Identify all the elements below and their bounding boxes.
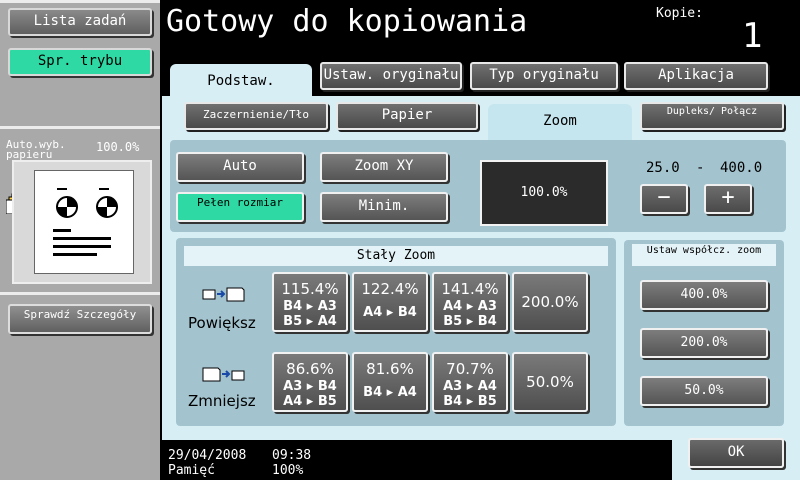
- preset-enlarge-200[interactable]: 200.0%: [512, 272, 588, 332]
- preset-enlarge-122[interactable]: 122.4% A4 ▸ B4: [352, 272, 428, 332]
- copies-count: 1: [742, 16, 763, 56]
- preset-percent: 81.6%: [366, 360, 414, 378]
- custom-zoom-50-button[interactable]: 50.0%: [640, 376, 768, 406]
- page-title: Gotowy do kopiowania: [166, 4, 528, 39]
- tab-application[interactable]: Aplikacja: [624, 62, 768, 90]
- preset-size-line: A4 ▸ A3: [443, 299, 497, 314]
- auto-paper-label: Auto.wyb. papieru: [6, 138, 66, 161]
- ok-button[interactable]: OK: [688, 438, 784, 468]
- tab-basic[interactable]: Podstaw.: [170, 64, 312, 100]
- preset-size-line: B4 ▸ A4: [363, 385, 417, 400]
- tab-original-type[interactable]: Typ oryginału: [470, 62, 618, 90]
- preset-percent: 141.4%: [441, 280, 499, 298]
- preset-percent: 122.4%: [361, 280, 419, 298]
- auto-zoom-button[interactable]: Auto: [176, 152, 304, 182]
- subtab-background[interactable]: Zaczernienie/Tło: [184, 102, 328, 130]
- footer-time: 09:38: [272, 448, 312, 463]
- full-size-button[interactable]: Pełen rozmiar: [176, 192, 304, 222]
- preset-reduce-81[interactable]: 81.6% B4 ▸ A4: [352, 352, 428, 412]
- preset-percent: 200.0%: [521, 293, 579, 311]
- enlarge-label: Powiększ: [188, 314, 256, 332]
- preset-size-line: A3 ▸ B4: [283, 379, 337, 394]
- sidebar: Lista zadań Spr. trybu Auto.wyb. papieru…: [0, 0, 160, 480]
- sidebar-divider-2: [0, 292, 160, 295]
- tab-original-settings[interactable]: Ustaw. oryginału: [320, 62, 462, 90]
- preset-percent: 115.4%: [281, 280, 339, 298]
- preset-size-line: B4 ▸ A3: [283, 299, 337, 314]
- subtab-duplex[interactable]: Dupleks/ Połącz: [640, 102, 784, 130]
- preset-percent: 70.7%: [446, 360, 494, 378]
- zoom-xy-button[interactable]: Zoom XY: [320, 152, 448, 182]
- custom-zoom-400-button[interactable]: 400.0%: [640, 280, 768, 310]
- preset-percent: 86.6%: [286, 360, 334, 378]
- preset-reduce-86[interactable]: 86.6% A3 ▸ B4 A4 ▸ B5: [272, 352, 348, 412]
- preset-reduce-70[interactable]: 70.7% A3 ▸ A4 B4 ▸ B5: [432, 352, 508, 412]
- preset-enlarge-141[interactable]: 141.4% A4 ▸ A3 B5 ▸ B4: [432, 272, 508, 332]
- zoom-range-min: 25.0: [646, 160, 680, 176]
- preview-page: [34, 170, 134, 274]
- zoom-range-dash: -: [696, 160, 705, 176]
- reduce-label: Zmniejsz: [188, 392, 256, 410]
- enlarge-icon: [202, 287, 245, 302]
- sidebar-divider: [0, 126, 160, 129]
- subtab-zoom[interactable]: Zoom: [488, 104, 632, 140]
- check-details-button[interactable]: Sprawdź Szczegóły: [8, 304, 152, 334]
- document-preview-icon: [53, 188, 118, 256]
- job-list-button[interactable]: Lista zadań: [8, 8, 152, 36]
- subtab-paper[interactable]: Papier: [336, 102, 478, 130]
- zoom-range-max: 400.0: [720, 160, 763, 176]
- preset-enlarge-115[interactable]: 115.4% B4 ▸ A3 B5 ▸ A4: [272, 272, 348, 332]
- preset-percent: 50.0%: [526, 373, 574, 391]
- preset-size-line: A4 ▸ B4: [363, 305, 417, 320]
- memory-label: Pamięć: [168, 463, 215, 478]
- memory-value: 100%: [272, 463, 304, 478]
- minimal-button[interactable]: Minim.: [320, 192, 448, 222]
- preset-size-line: A4 ▸ B5: [283, 394, 337, 409]
- copies-label: Kopie:: [656, 6, 703, 21]
- auto-paper-value: 100.0%: [96, 140, 140, 154]
- custom-zoom-200-button[interactable]: 200.0%: [640, 328, 768, 358]
- preset-size-line: B5 ▸ B4: [443, 314, 497, 329]
- preset-reduce-50[interactable]: 50.0%: [512, 352, 588, 412]
- preset-size-line: A3 ▸ A4: [443, 379, 497, 394]
- zoom-plus-button[interactable]: +: [704, 184, 752, 214]
- preset-size-line: B5 ▸ A4: [283, 314, 337, 329]
- copy-preview: [12, 160, 152, 284]
- footer-date: 29/04/2008: [168, 448, 247, 463]
- reduce-icon: [202, 367, 245, 382]
- preset-size-line: B4 ▸ B5: [443, 394, 497, 409]
- sidebar-top-band: [0, 0, 160, 3]
- check-mode-button[interactable]: Spr. trybu: [8, 48, 152, 76]
- zoom-value-display: 100.0%: [480, 160, 608, 226]
- fixed-zoom-title: Stały Zoom: [184, 246, 608, 266]
- custom-zoom-title: Ustaw współcz. zoom: [632, 244, 776, 266]
- zoom-minus-button[interactable]: −: [640, 184, 688, 214]
